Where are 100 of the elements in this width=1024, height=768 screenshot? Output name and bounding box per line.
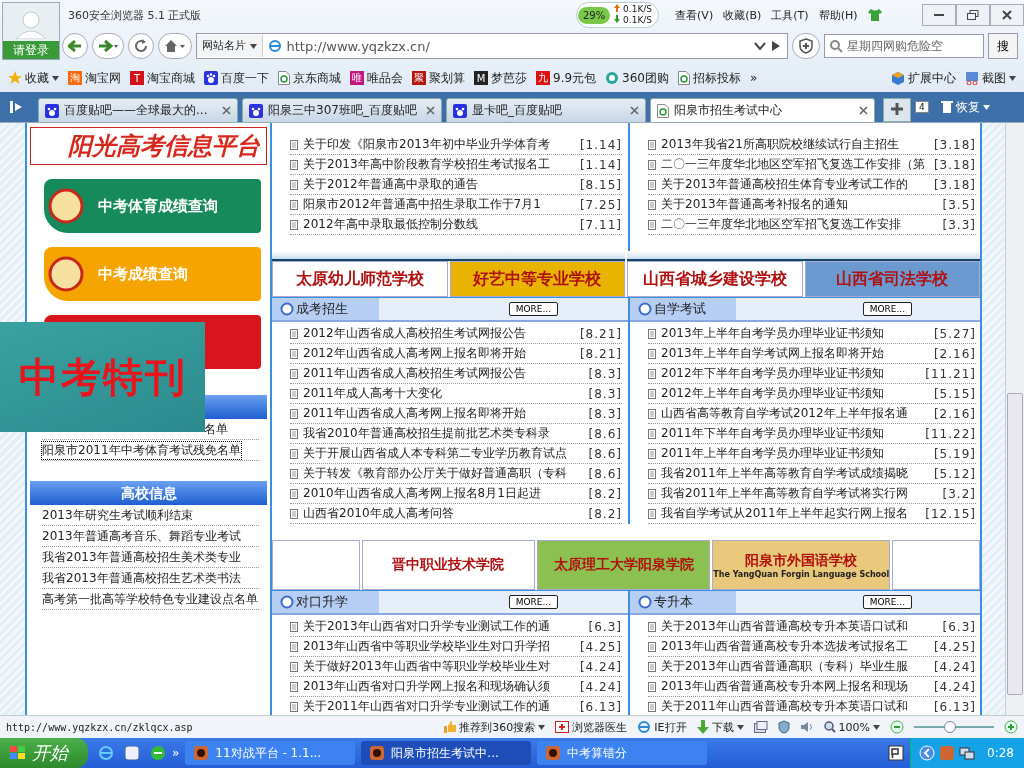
school-ad-banner[interactable]: 阳泉市外国语学校 The YangQuan Forgin Language School <box>712 540 891 590</box>
close-tab-icon[interactable] <box>859 106 868 115</box>
news-link[interactable]: 2010年山西省成人高考网上报名8月1日起进 <box>303 485 584 502</box>
news-link[interactable]: 山西省2010年成人高考问答 <box>303 505 584 522</box>
news-link[interactable]: 2011年成人高考十大变化 <box>303 385 584 402</box>
news-link[interactable]: 关于做好2013年山西省中等职业学校毕业生对 <box>303 658 575 675</box>
new-tab-button[interactable] <box>883 98 911 122</box>
news-link[interactable]: 2013年上半年自考学员办理毕业证书须知 <box>661 325 929 342</box>
menu-item[interactable]: 收藏(B) <box>723 7 762 23</box>
more-button[interactable]: MORE... <box>508 595 558 609</box>
refresh-button[interactable] <box>128 33 154 59</box>
news-link[interactable]: 我省2011年上半年高等教育自学考试成绩揭晓 <box>661 465 929 482</box>
bookmark-link[interactable]: 九 9.9元包 <box>536 69 597 87</box>
news-link[interactable]: 阳泉市2012年普通高中招生录取工作于7月1 <box>303 196 575 213</box>
shield-icon[interactable] <box>777 720 790 734</box>
home-button[interactable] <box>158 33 192 59</box>
menu-item[interactable]: 工具(T) <box>771 7 809 23</box>
bookmark-link[interactable]: 360团购 <box>605 69 669 87</box>
taskbar-button[interactable]: 11对战平台 - 1.1... <box>185 741 356 765</box>
news-link[interactable]: 2011年山西省成人高考网上报名即将开始 <box>303 405 584 422</box>
browser-tab[interactable]: 显卡吧_百度贴吧 <box>446 98 646 122</box>
news-link[interactable]: 我省2010年普通高校招生提前批艺术类专科录 <box>303 425 584 442</box>
bookmark-link[interactable]: 淘 淘宝网 <box>68 69 121 87</box>
news-link[interactable]: 2013年山西省普通高校专升本网上报名和现场 <box>661 678 929 695</box>
restore-button[interactable] <box>956 4 990 26</box>
news-link[interactable]: 阳泉市2011年中考体育考试残免名单 <box>42 441 241 459</box>
news-link[interactable]: 2011年山西省成人高校招生考试网报公告 <box>303 365 584 382</box>
speaker-icon[interactable] <box>799 721 814 733</box>
news-link[interactable]: 我省2011年上半年高等教育自学考试将实行网 <box>661 485 938 502</box>
cut-off-ad-banner[interactable] <box>627 251 980 261</box>
zoom-level-button[interactable]: 100% <box>823 720 880 734</box>
shirt-icon[interactable] <box>867 8 884 22</box>
bookmark-link[interactable]: 百度一下 <box>204 69 269 87</box>
bookmark-link[interactable]: 招标投标 <box>678 69 741 87</box>
school-ad-banner[interactable]: 山西省城乡建设学校 <box>627 261 803 297</box>
browser-doctor-button[interactable]: 浏览器医生 <box>555 719 628 735</box>
news-link[interactable]: 关于2013年高中阶段教育学校招生考试报名工 <box>303 156 575 173</box>
news-link[interactable]: 2012年上半年自考学员办理毕业证书须知 <box>661 385 929 402</box>
extension-center-button[interactable]: 扩展中心 <box>891 69 956 87</box>
open-in-ie-button[interactable]: IE打开 <box>637 719 687 735</box>
sidebar-toggle-icon[interactable] <box>10 101 24 113</box>
zoom-out-icon[interactable] <box>890 720 904 734</box>
go-icon[interactable] <box>771 40 781 52</box>
news-link[interactable]: 2013年研究生考试顺利结束 <box>42 506 193 524</box>
news-link[interactable]: 二〇一三年度华北地区空军招飞复选工作安排（第 <box>661 156 929 173</box>
tray-app-icon[interactable] <box>888 745 905 761</box>
bookmark-link[interactable]: M 梦芭莎 <box>474 69 527 87</box>
close-tab-icon[interactable] <box>222 106 231 115</box>
close-tab-icon[interactable] <box>630 106 639 115</box>
more-bookmarks-button[interactable]: » <box>750 71 758 85</box>
news-link[interactable]: 2013年普通高考音乐、舞蹈专业考试 <box>42 527 241 545</box>
chevron-left-icon[interactable] <box>919 745 936 761</box>
window-icon[interactable] <box>753 721 768 733</box>
news-link[interactable]: 关于开展山西省成人本专科第二专业学历教育试点 <box>303 445 584 462</box>
news-link[interactable]: 关于2013年普通高考补报名的通知 <box>661 196 938 213</box>
query-button[interactable]: 中考体育成绩查询 <box>44 179 261 233</box>
browser-tab[interactable]: 阳泉三中307班吧_百度贴吧 <box>242 98 442 122</box>
minimize-button[interactable] <box>922 4 956 26</box>
shield-button[interactable] <box>792 33 820 59</box>
vertical-scrollbar[interactable] <box>1005 123 1024 715</box>
back-button[interactable] <box>62 33 88 59</box>
news-link[interactable]: 2013年上半年自学考试网上报名即将开始 <box>661 345 929 362</box>
site-logo-banner[interactable]: 阳光高考信息平台 <box>30 127 267 165</box>
download-button[interactable]: 下载 <box>696 719 744 735</box>
news-link[interactable]: 关于2013年普通高校招生体育专业考试工作的 <box>661 176 929 193</box>
news-link[interactable]: 2012年高中录取最低控制分数线 <box>303 216 575 233</box>
news-link[interactable]: 2012年山西省成人高考网上报名即将开始 <box>303 345 575 362</box>
news-link[interactable]: 2012年山西省成人高校招生考试网报公告 <box>303 325 575 342</box>
search-field[interactable]: 星期四网购危险空 <box>824 34 984 58</box>
zoom-in-icon[interactable] <box>1004 720 1018 734</box>
search-button[interactable]: 搜 <box>988 33 1018 59</box>
cut-off-ad-banner[interactable] <box>272 251 625 261</box>
news-link[interactable]: 2012年下半年自考学员办理毕业证书须知 <box>661 365 921 382</box>
menu-item[interactable]: 查看(V) <box>675 7 714 23</box>
school-ad-banner[interactable]: 晋中职业技术学院 <box>361 540 535 590</box>
dropdown-icon[interactable] <box>754 41 766 51</box>
news-link[interactable]: 关于2011年山西省普通高校专升本英语口试和 <box>661 698 929 715</box>
news-link[interactable]: 2013年我省21所高职院校继续试行自主招生 <box>661 136 929 153</box>
close-button[interactable] <box>990 4 1024 26</box>
traffic-widget[interactable]: 29% 0.1K/S 0.1K/S <box>576 2 660 28</box>
site-card-button[interactable]: 网站名片 <box>197 35 263 57</box>
news-link[interactable]: 关于转发《教育部办公厅关于做好普通高职（专科 <box>303 465 584 482</box>
school-ad-banner[interactable]: 太原幼儿师范学校 <box>272 261 448 297</box>
login-label[interactable]: 请登录 <box>3 41 59 59</box>
more-button[interactable]: MORE... <box>508 302 558 316</box>
close-tab-icon[interactable] <box>426 106 435 115</box>
bookmark-link[interactable]: T 淘宝商城 <box>130 69 195 87</box>
school-ad-banner[interactable]: 好艺中等专业学校 <box>449 261 625 297</box>
news-link[interactable]: 2013年山西省中等职业学校毕业生对口升学招 <box>303 638 575 655</box>
news-link[interactable]: 我省2013年普通高校招生美术类专业 <box>42 548 241 566</box>
bookmark-link[interactable]: 京东商城 <box>278 69 341 87</box>
favorites-menu[interactable]: 收藏 <box>8 69 59 87</box>
news-link[interactable]: 关于2013年山西省普通高校专升本英语口试和 <box>661 618 938 635</box>
news-link[interactable]: 关于2011年山西省对口升学专业测试工作的通 <box>303 698 575 715</box>
tab-count[interactable]: 4 <box>915 101 929 113</box>
news-link[interactable]: 山西省高等教育自学考试2012年上半年报名通 <box>661 405 929 422</box>
zoom-slider-thumb[interactable] <box>944 721 956 733</box>
bookmark-link[interactable]: 聚 聚划算 <box>412 69 465 87</box>
forward-button[interactable] <box>92 33 124 59</box>
taskbar-button[interactable]: 阳泉市招生考试中... <box>361 741 532 765</box>
